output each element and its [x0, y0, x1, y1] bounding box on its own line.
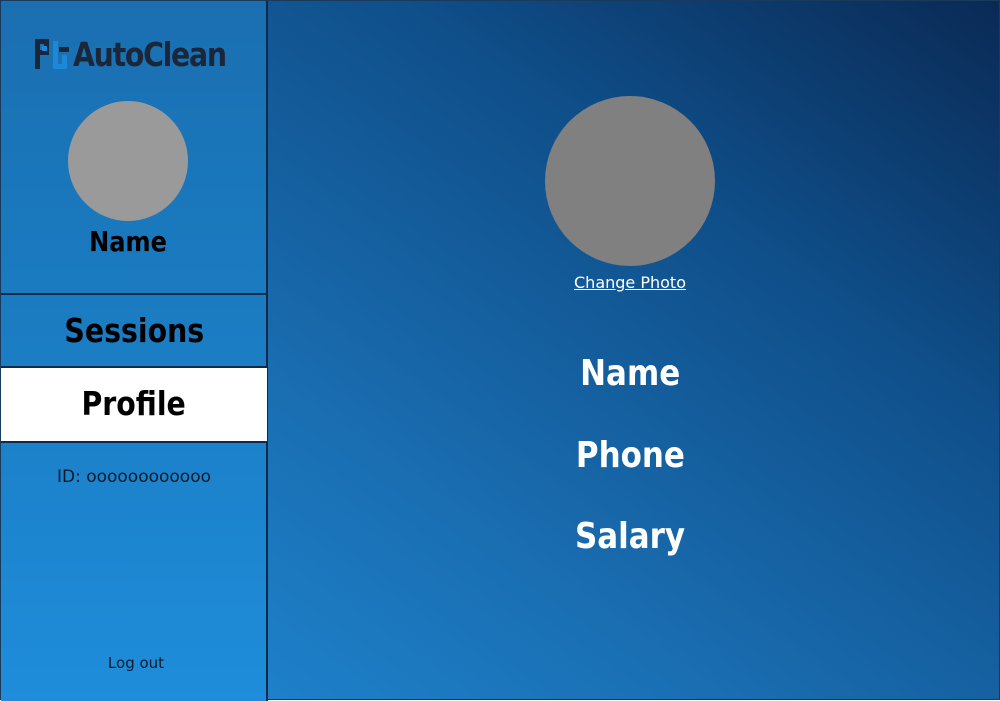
- profile-salary-field: Salary: [530, 516, 730, 557]
- employee-id: ID: oooooooooooo: [56, 467, 212, 487]
- nav-item-sessions-label: Sessions: [64, 311, 204, 350]
- app-window: AutoClean Name Sessions Profile ID: oooo…: [0, 0, 1000, 701]
- brand-logo: AutoClean: [33, 35, 251, 75]
- nav-item-sessions[interactable]: Sessions: [1, 295, 267, 367]
- change-photo-link[interactable]: Change Photo: [530, 273, 730, 292]
- nav-item-profile[interactable]: Profile: [1, 368, 267, 443]
- sidebar-avatar: [68, 101, 188, 221]
- logout-link[interactable]: Log out: [1, 654, 271, 672]
- profile-photo: [545, 96, 715, 266]
- profile-salary-label: Salary: [574, 516, 686, 557]
- profile-name-field: Name: [530, 353, 730, 394]
- brand-name: AutoClean: [73, 35, 227, 74]
- autoclean-logo-icon: [35, 39, 69, 69]
- profile-name-label: Name: [579, 353, 681, 394]
- nav-item-profile-label: Profile: [81, 384, 187, 423]
- profile-phone-field: Phone: [530, 435, 730, 476]
- profile-phone-label: Phone: [575, 435, 685, 476]
- sidebar: AutoClean Name Sessions Profile ID: oooo…: [1, 1, 268, 701]
- sidebar-user-name: Name: [89, 225, 167, 258]
